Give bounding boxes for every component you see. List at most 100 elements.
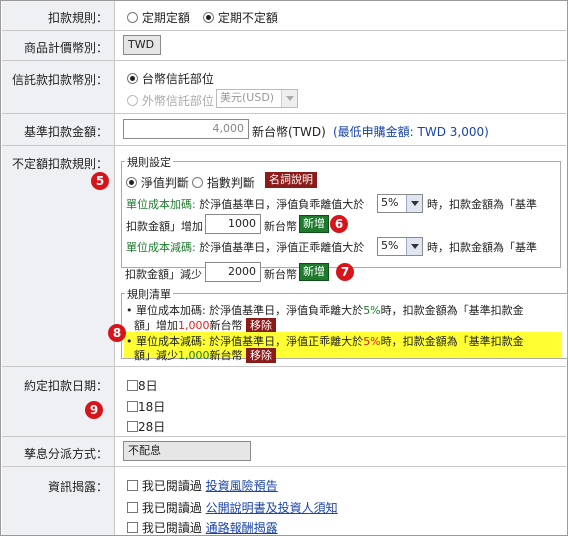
disclosure-item-3: 我已閱讀過 通路報酬揭露 [127, 519, 278, 536]
dividend-label: 孳息分派方式： [23, 447, 108, 461]
rule1-amount: 1,000 [178, 319, 210, 332]
radio-fixed-amount[interactable]: 定期定額 [127, 9, 190, 26]
date-8-label: 8日 [138, 379, 158, 393]
row-method: 扣款規則： 定期定額 定期不定額 [2, 1, 566, 31]
add-amount-unit: 新台幣 [264, 220, 297, 233]
add-threshold-select[interactable]: 5% [377, 194, 423, 213]
date-18-label: 18日 [138, 400, 166, 414]
checkbox-icon[interactable] [127, 502, 138, 513]
account-label: 信託款扣款幣別： [11, 73, 108, 87]
radio-icon-selected[interactable] [126, 177, 137, 188]
date-option-8[interactable]: 8日 [127, 377, 158, 394]
add-rule-line1: 單位成本加碼: 於淨值基準日，淨值負乖離值大於 [126, 196, 364, 212]
rule1-pct: 5% [363, 304, 381, 317]
base-amount-unit: 新台幣(TWD) [252, 125, 326, 139]
rule1-remove-button[interactable]: 移除 [246, 318, 276, 333]
radio-icon[interactable] [127, 12, 138, 23]
disclosure-label: 資訊揭露： [47, 480, 108, 494]
rule1-text-a: • 單位成本加碼: 於淨值基準日，淨值負乖離大於 [126, 304, 364, 317]
chevron-down-icon [406, 238, 422, 255]
date-option-28[interactable]: 28日 [127, 418, 165, 435]
row-disclosure: 資訊揭露： 我已閱讀過 投資風險預告 我已閱讀過 公開說明書及投資人須知 我已閱… [2, 467, 566, 535]
radio-twd-account[interactable]: 台幣信託部位 [127, 70, 214, 87]
checkbox-icon[interactable] [127, 421, 138, 432]
marker-5: 5 [91, 172, 109, 190]
label-cell: 基準扣款金額： [2, 114, 115, 145]
disclosure-prefix: 我已閱讀過 [141, 501, 202, 515]
checkbox-icon[interactable] [127, 380, 138, 391]
sub-rule-text: 於淨值基準日，淨值正乖離值大於 [199, 241, 365, 254]
foreign-currency-value: 美元(USD) [220, 91, 275, 104]
radio-variable-amount[interactable]: 定期不定額 [203, 9, 278, 26]
label-cell: 約定扣款日期： 9 [2, 367, 115, 436]
radio-nav-label: 淨值判斷 [140, 176, 189, 190]
chevron-down-icon [406, 195, 422, 212]
add-rule-text: 於淨值基準日，淨值負乖離值大於 [199, 198, 365, 211]
rules-label: 不定額扣款規則： [11, 157, 108, 171]
sub-amount-input[interactable]: 2000 [205, 262, 261, 282]
add-amount-input[interactable]: 1000 [205, 214, 261, 234]
add-rule-add-button[interactable]: 新增 [299, 215, 329, 233]
add-threshold-value: 5% [381, 196, 399, 209]
sub-rule-line2: 扣款金額」減少 [125, 268, 202, 281]
row-account: 信託款扣款幣別： 台幣信託部位 外幣信託部位 美元(USD) [2, 61, 566, 114]
date-option-18[interactable]: 18日 [127, 398, 165, 415]
sub-rule-add-button[interactable]: 新增 [299, 263, 329, 281]
chevron-down-icon [281, 90, 297, 107]
checkbox-icon[interactable] [127, 522, 138, 533]
rule2-unit: 新台幣 [209, 349, 243, 362]
radio-foreign-account[interactable]: 外幣信託部位 [127, 92, 214, 109]
rule-list-item-1-line2: 額」增加1,000新台幣 移除 [134, 317, 276, 333]
rule2-text-c: 額」減少 [134, 349, 178, 362]
marker-9: 9 [85, 401, 103, 419]
prospectus-link[interactable]: 公開說明書及投資人須知 [206, 501, 338, 515]
row-dividend: 孳息分派方式： 不配息 [2, 437, 566, 467]
disclosure-item-2: 我已閱讀過 公開說明書及投資人須知 [127, 499, 338, 516]
row-currency: 商品計價幣別： TWD [2, 31, 566, 61]
radio-nav-judgement[interactable]: 淨值判斷 [126, 174, 189, 191]
channel-fee-link[interactable]: 通路報酬揭露 [206, 521, 278, 535]
foreign-currency-select[interactable]: 美元(USD) [216, 89, 298, 108]
sub-rule-line1: 單位成本減碼: 於淨值基準日，淨值正乖離值大於 [126, 239, 364, 255]
rule2-remove-button[interactable]: 移除 [246, 348, 276, 363]
rule-settings-legend: 規則設定 [125, 154, 173, 170]
radio-icon-selected[interactable] [127, 73, 138, 84]
currency-field: TWD [123, 35, 161, 55]
radio-icon-disabled[interactable] [127, 95, 138, 106]
risk-warning-link[interactable]: 投資風險預告 [206, 479, 278, 493]
marker-6: 6 [330, 215, 348, 233]
label-cell: 商品計價幣別： [2, 31, 115, 60]
rule1-unit: 新台幣 [209, 319, 243, 332]
label-cell: 不定額扣款規則： 5 [2, 146, 115, 366]
radio-icon-selected[interactable] [203, 12, 214, 23]
rule1-text-c: 額」增加 [134, 319, 178, 332]
sub-rule-tail: 時，扣款金額為「基準 [427, 241, 537, 254]
row-base-amount: 基準扣款金額： 4,000 新台幣(TWD) (最低申購金額: TWD 3,00… [2, 114, 566, 146]
rule2-pct: 5% [363, 335, 381, 348]
term-explanation-button[interactable]: 名詞說明 [265, 172, 317, 188]
label-cell: 信託款扣款幣別： [2, 61, 115, 113]
radio-icon[interactable] [192, 177, 203, 188]
label-cell: 資訊揭露： [2, 467, 115, 535]
radio-foreign-account-label: 外幣信託部位 [141, 94, 214, 108]
base-amount-label: 基準扣款金額： [23, 125, 108, 139]
disclosure-prefix: 我已閱讀過 [141, 521, 202, 535]
sub-rule-title: 單位成本減碼: [126, 241, 196, 254]
label-cell: 扣款規則： [2, 1, 115, 30]
sub-threshold-select[interactable]: 5% [377, 237, 423, 256]
checkbox-icon[interactable] [127, 480, 138, 491]
marker-8: 8 [108, 324, 126, 342]
checkbox-icon[interactable] [127, 401, 138, 412]
disclosure-prefix: 我已閱讀過 [141, 479, 202, 493]
currency-label: 商品計價幣別： [23, 41, 108, 55]
radio-variable-amount-label: 定期不定額 [217, 11, 278, 25]
sub-amount-unit: 新台幣 [264, 268, 297, 281]
row-rules: 不定額扣款規則： 5 規則設定 淨值判斷 指數判斷 名詞說明 單位成本加碼: 於… [2, 146, 568, 367]
radio-index-judgement[interactable]: 指數判斷 [192, 174, 255, 191]
dividend-field: 不配息 [123, 441, 251, 461]
row-dates: 約定扣款日期： 9 8日 18日 28日 [2, 367, 566, 437]
base-amount-input[interactable]: 4,000 [123, 119, 249, 139]
method-label: 扣款規則： [47, 11, 108, 25]
form-frame: 扣款規則： 定期定額 定期不定額 商品計價幣別： TWD 信託款扣款幣別： 台幣… [0, 0, 568, 536]
radio-twd-account-label: 台幣信託部位 [141, 72, 214, 86]
